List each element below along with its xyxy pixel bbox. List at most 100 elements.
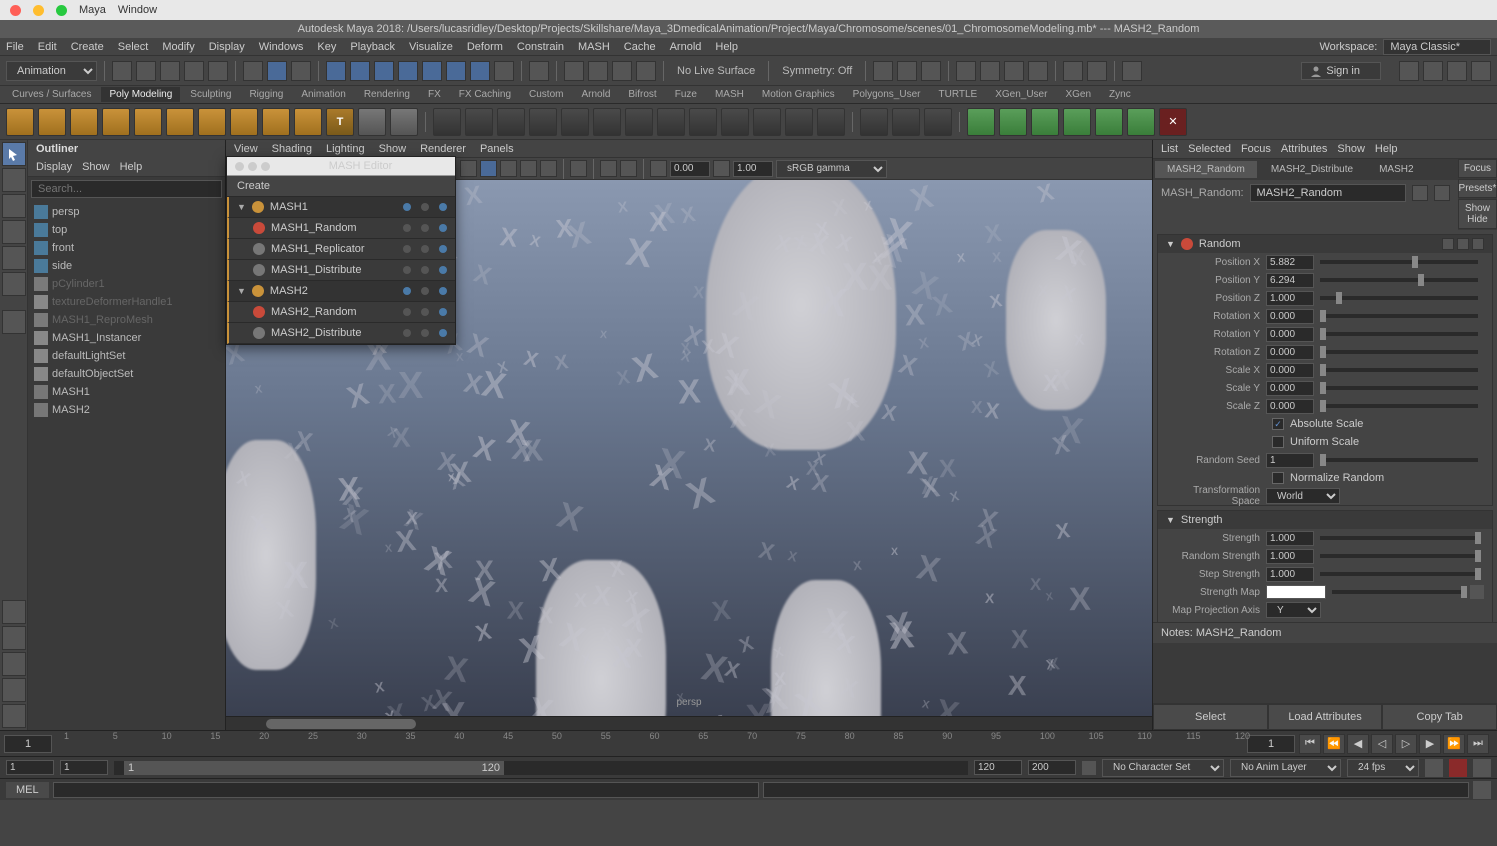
shelf-tab-poly[interactable]: Poly Modeling (101, 87, 180, 102)
content-browser-icon[interactable] (921, 61, 941, 81)
select-mapaxis[interactable]: Y (1266, 602, 1321, 618)
uv-editor-icon[interactable] (967, 108, 995, 136)
uv-planar-icon[interactable] (999, 108, 1027, 136)
vp-menu-show[interactable]: Show (379, 143, 407, 155)
ae-menu-selected[interactable]: Selected (1188, 143, 1231, 155)
ae-io-icon[interactable] (1412, 185, 1428, 201)
checkbox-normalize[interactable] (1272, 472, 1284, 484)
shelf-tab-custom[interactable]: Custom (521, 87, 571, 102)
render-settings-icon[interactable] (980, 61, 1000, 81)
mash-dot3[interactable] (439, 245, 447, 253)
attr-editor-icon[interactable] (1399, 61, 1419, 81)
go-end-icon[interactable]: ⏭ (1467, 734, 1489, 754)
input-sclz[interactable] (1266, 399, 1314, 414)
set-key-icon[interactable] (1449, 759, 1467, 777)
fill-hole-icon[interactable] (625, 108, 653, 136)
mash-dot1[interactable] (403, 245, 411, 253)
tool-settings-icon[interactable] (1423, 61, 1443, 81)
shelf-tab-fxcache[interactable]: FX Caching (451, 87, 519, 102)
uv-cylindrical-icon[interactable] (1031, 108, 1059, 136)
poly-type-icon[interactable]: T (326, 108, 354, 136)
mash-dot3[interactable] (439, 203, 447, 211)
mash-dot1[interactable] (403, 308, 411, 316)
ae-presets-btn[interactable]: Presets* (1458, 179, 1497, 198)
input-rotz[interactable] (1266, 345, 1314, 360)
range-end1[interactable] (974, 760, 1022, 775)
svg-icon[interactable] (358, 108, 386, 136)
mac-maximize[interactable] (56, 5, 67, 16)
layout-four-icon[interactable] (2, 626, 26, 650)
input-roty[interactable] (1266, 327, 1314, 342)
range-end2[interactable] (1028, 760, 1076, 775)
snap-live-icon[interactable] (446, 61, 466, 81)
poly-pyramid-icon[interactable] (294, 108, 322, 136)
vp-xray-icon[interactable] (600, 160, 617, 177)
input-posz[interactable] (1266, 291, 1314, 306)
poly-disc-icon[interactable] (198, 108, 226, 136)
menu-key[interactable]: Key (317, 41, 336, 53)
mash-node-MASH2_Random[interactable]: MASH2_Random (227, 302, 455, 323)
shelf-tab-arnold[interactable]: Arnold (573, 87, 618, 102)
outliner-item-persp[interactable]: persp (30, 203, 223, 221)
mash-max-icon[interactable] (261, 162, 270, 171)
input-posx[interactable] (1266, 255, 1314, 270)
insert-edge-icon[interactable] (689, 108, 717, 136)
redo-icon[interactable] (208, 61, 228, 81)
outliner-item-pCylinder1[interactable]: pCylinder1 (30, 275, 223, 293)
mash-node-MASH1_Distribute[interactable]: MASH1_Distribute (227, 260, 455, 281)
menu-playback[interactable]: Playback (350, 41, 395, 53)
mash-node-MASH1_Random[interactable]: MASH1_Random (227, 218, 455, 239)
mash-node-MASH1_Replicator[interactable]: MASH1_Replicator (227, 239, 455, 260)
layout-two-icon[interactable] (2, 652, 26, 676)
mac-minimize[interactable] (33, 5, 44, 16)
menu-mash[interactable]: MASH (578, 41, 610, 53)
outputs-icon[interactable] (612, 61, 632, 81)
slider-stepstrength[interactable] (1320, 572, 1478, 576)
mash-dot2[interactable] (421, 203, 429, 211)
workspace-select[interactable]: Maya Classic* (1383, 39, 1491, 55)
shelf-tab-bifrost[interactable]: Bifrost (620, 87, 664, 102)
menu-visualize[interactable]: Visualize (409, 41, 453, 53)
render-globals-icon[interactable] (1028, 61, 1048, 81)
combine-icon[interactable] (433, 108, 461, 136)
smooth-icon[interactable] (817, 108, 845, 136)
render-icon[interactable] (529, 61, 549, 81)
checkbox-uniform-scale[interactable] (1272, 436, 1284, 448)
select-tspace[interactable]: World (1266, 488, 1340, 504)
mash-dot1[interactable] (403, 329, 411, 337)
outliner-item-top[interactable]: top (30, 221, 223, 239)
mac-close[interactable] (10, 5, 21, 16)
input-posy[interactable] (1266, 273, 1314, 288)
ae-node-name-input[interactable] (1250, 184, 1406, 202)
slider-strengthmap[interactable] (1332, 590, 1464, 594)
last-tool[interactable] (2, 310, 26, 334)
poly-platonic-icon[interactable] (230, 108, 258, 136)
slider-strength[interactable] (1320, 536, 1478, 540)
mash-dot3[interactable] (439, 287, 447, 295)
outliner-item-MASH2[interactable]: MASH2 (30, 401, 223, 419)
vp-menu-view[interactable]: View (234, 143, 258, 155)
open-scene-icon[interactable] (136, 61, 156, 81)
range-menu-icon[interactable] (1082, 761, 1096, 775)
layout-outliner-icon[interactable] (2, 678, 26, 702)
input-strength[interactable] (1266, 531, 1314, 546)
mac-menu-window[interactable]: Window (118, 4, 157, 16)
strengthmap-swatch[interactable] (1266, 585, 1326, 599)
vp-gamma-input[interactable] (733, 161, 773, 177)
lasso-tool[interactable] (2, 168, 26, 192)
inputs-icon[interactable] (588, 61, 608, 81)
ae-section-random[interactable]: ▼ Random (1158, 235, 1492, 253)
mash-node-MASH2[interactable]: ▼MASH2 (227, 281, 455, 302)
uv-auto-icon[interactable] (1095, 108, 1123, 136)
mash-dot2[interactable] (421, 287, 429, 295)
menu-file[interactable]: File (6, 41, 24, 53)
outliner-search[interactable] (31, 180, 222, 198)
mash-dot3[interactable] (439, 329, 447, 337)
save-scene-icon[interactable] (160, 61, 180, 81)
subdivide-icon[interactable] (892, 108, 920, 136)
mash-node-MASH2_Distribute[interactable]: MASH2_Distribute (227, 323, 455, 344)
input-rotx[interactable] (1266, 309, 1314, 324)
snap-curve-icon[interactable] (350, 61, 370, 81)
slider-sclx[interactable] (1320, 368, 1478, 372)
shelf-tab-render[interactable]: Rendering (356, 87, 418, 102)
